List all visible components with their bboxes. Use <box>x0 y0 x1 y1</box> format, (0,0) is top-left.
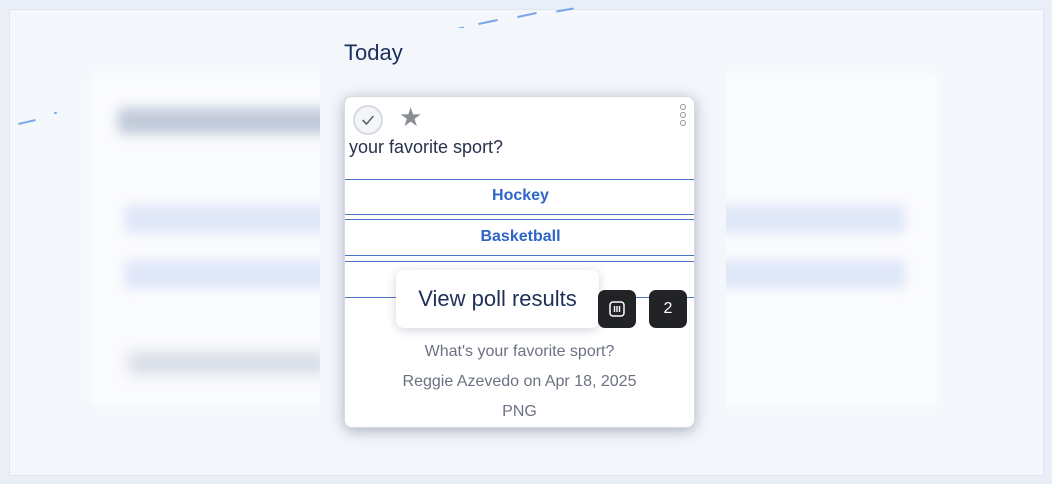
option-divider <box>345 261 694 262</box>
poll-results-icon <box>609 301 625 317</box>
poll-question: your favorite sport? <box>349 137 504 157</box>
decorative-dash <box>54 112 57 114</box>
view-poll-results-button[interactable] <box>598 290 636 328</box>
background-card-footer <box>128 352 328 374</box>
vote-count-button[interactable]: 2 <box>649 290 687 328</box>
attachment-type: PNG <box>502 403 537 420</box>
view-poll-results-tooltip: View poll results <box>396 270 599 328</box>
section-heading: Today <box>344 40 403 65</box>
poll-option-hockey[interactable]: Hockey <box>345 187 694 205</box>
poll-option-basketball[interactable]: Basketball <box>345 228 694 246</box>
attachment-title: What's your favorite sport? <box>424 343 615 360</box>
option-divider <box>345 255 694 256</box>
star-icon[interactable]: ★ <box>399 103 422 133</box>
option-divider <box>345 179 694 180</box>
background-card-title <box>118 108 338 134</box>
more-vertical-icon[interactable] <box>680 104 686 126</box>
check-icon[interactable] <box>353 105 383 135</box>
option-divider <box>345 214 694 215</box>
option-divider <box>345 219 694 220</box>
attachment-byline: Reggie Azevedo on Apr 18, 2025 <box>402 373 637 390</box>
